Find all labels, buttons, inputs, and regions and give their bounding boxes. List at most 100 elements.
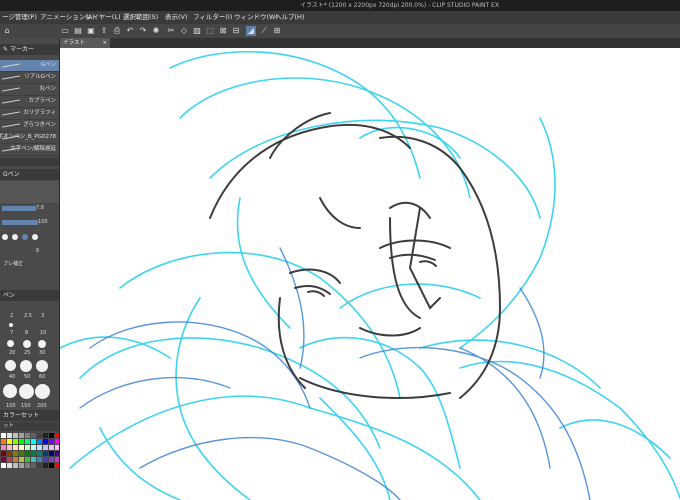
color-swatch[interactable]	[43, 463, 48, 468]
color-set-selector[interactable]: ット	[0, 422, 59, 431]
brush-size-label[interactable]: 2.5	[24, 313, 32, 319]
clear-icon[interactable]: ✂	[166, 26, 176, 36]
color-swatch[interactable]	[49, 439, 54, 444]
color-swatch[interactable]	[25, 433, 30, 438]
color-swatch[interactable]	[13, 439, 18, 444]
size-dot[interactable]	[7, 340, 14, 347]
snap-ruler-icon[interactable]: ⟋	[259, 26, 269, 36]
brush-size-label[interactable]: 3	[41, 313, 44, 319]
color-swatch[interactable]	[7, 457, 12, 462]
brush-item[interactable]: ざらつきペン	[0, 120, 59, 132]
color-swatch[interactable]	[19, 439, 24, 444]
deselect-icon[interactable]: ⊠	[218, 26, 228, 36]
color-swatch[interactable]	[49, 457, 54, 462]
color-swatch[interactable]	[31, 439, 36, 444]
snap-ruler-icon[interactable]: ◢	[246, 26, 256, 36]
size-dot[interactable]	[35, 384, 50, 399]
color-swatch[interactable]	[1, 463, 6, 468]
fill-icon[interactable]: ▨	[192, 26, 202, 36]
color-swatch[interactable]	[13, 451, 18, 456]
undo-icon[interactable]: ↶	[125, 26, 135, 36]
color-swatch[interactable]	[25, 457, 30, 462]
color-swatch[interactable]	[1, 445, 6, 450]
color-swatch[interactable]	[37, 433, 42, 438]
color-swatch[interactable]	[43, 457, 48, 462]
menu-page[interactable]: ージ管理(P)	[2, 11, 37, 24]
brush-size-label[interactable]: 50	[24, 374, 30, 380]
color-swatch[interactable]	[7, 445, 12, 450]
brush-size-label[interactable]: 40	[9, 374, 15, 380]
color-swatch[interactable]	[49, 445, 54, 450]
size-dot[interactable]	[23, 340, 31, 348]
color-swatch[interactable]	[55, 433, 59, 438]
color-swatch[interactable]	[49, 463, 54, 468]
color-swatch[interactable]	[7, 439, 12, 444]
menu-help[interactable]: ヘルプ(H)	[275, 11, 304, 24]
export-icon[interactable]: ⇪	[99, 26, 109, 36]
brush-tip-selector[interactable]	[2, 233, 42, 242]
menu-layer[interactable]: レイヤー(L)	[86, 11, 121, 24]
color-swatch[interactable]	[31, 433, 36, 438]
brush-item[interactable]: リアルGペン	[0, 72, 59, 84]
size-dot[interactable]	[20, 360, 32, 372]
color-swatch[interactable]	[55, 439, 59, 444]
color-swatch[interactable]	[13, 457, 18, 462]
brush-item[interactable]: Gペン	[0, 60, 59, 72]
brush-size-label[interactable]: 2	[10, 313, 13, 319]
drawing-canvas[interactable]	[60, 48, 680, 500]
color-swatch[interactable]	[37, 439, 42, 444]
menu-view[interactable]: 表示(V)	[165, 11, 188, 24]
brush-size-label[interactable]: 60	[39, 374, 45, 380]
color-swatch[interactable]	[31, 457, 36, 462]
size-dot[interactable]	[19, 384, 34, 399]
color-swatch[interactable]	[37, 463, 42, 468]
brush-item[interactable]: カブラペン	[0, 96, 59, 108]
print-icon[interactable]: ⎙	[112, 26, 122, 36]
new-file-icon[interactable]: ▭	[60, 26, 70, 36]
size-dot[interactable]	[3, 384, 17, 398]
brush-size-label[interactable]: 10	[40, 330, 46, 336]
brush-size-label[interactable]: 8	[25, 330, 28, 336]
brush-size-label[interactable]: 20	[9, 350, 15, 356]
loading-icon[interactable]: ✺	[151, 26, 161, 36]
color-swatch[interactable]	[37, 451, 42, 456]
color-swatch[interactable]	[7, 433, 12, 438]
close-icon[interactable]: ×	[102, 38, 107, 48]
brush-item[interactable]: 文字ペン/解除遅延	[0, 144, 59, 156]
brush-item[interactable]: 丸ペン	[0, 84, 59, 96]
color-swatch[interactable]	[19, 445, 24, 450]
tab-illustration[interactable]: イラスト ×	[60, 38, 110, 48]
redo-icon[interactable]: ↷	[138, 26, 148, 36]
color-swatch[interactable]	[49, 451, 54, 456]
color-swatch[interactable]	[1, 457, 6, 462]
brush-item[interactable]: ボオンペン_B_PG0278	[0, 132, 59, 144]
color-swatch[interactable]	[19, 433, 24, 438]
color-swatch[interactable]	[19, 457, 24, 462]
opacity-slider[interactable]	[2, 220, 38, 225]
color-swatch[interactable]	[19, 463, 24, 468]
color-swatch[interactable]	[13, 445, 18, 450]
color-swatch[interactable]	[31, 445, 36, 450]
color-swatch[interactable]	[1, 433, 6, 438]
size-dot[interactable]	[5, 360, 16, 371]
color-swatch[interactable]	[13, 433, 18, 438]
open-file-icon[interactable]: ▤	[73, 26, 83, 36]
color-swatch[interactable]	[7, 463, 12, 468]
brush-size-label[interactable]: 25	[24, 350, 30, 356]
brush-size-label[interactable]: 150	[21, 403, 31, 409]
size-dot[interactable]	[38, 340, 46, 348]
color-swatch[interactable]	[43, 439, 48, 444]
size-dot[interactable]	[36, 360, 48, 372]
color-swatch[interactable]	[25, 463, 30, 468]
color-swatch[interactable]	[55, 463, 59, 468]
color-swatch[interactable]	[25, 451, 30, 456]
transform-icon[interactable]: ◇	[179, 26, 189, 36]
color-swatch[interactable]	[1, 451, 6, 456]
color-swatch[interactable]	[43, 451, 48, 456]
color-swatch[interactable]	[49, 433, 54, 438]
color-swatch[interactable]	[43, 433, 48, 438]
brush-size-label[interactable]: 200	[37, 403, 47, 409]
color-swatch[interactable]	[13, 463, 18, 468]
selection-icon[interactable]: ⬚	[205, 26, 215, 36]
correction-label[interactable]: ブレ補正	[3, 260, 23, 267]
